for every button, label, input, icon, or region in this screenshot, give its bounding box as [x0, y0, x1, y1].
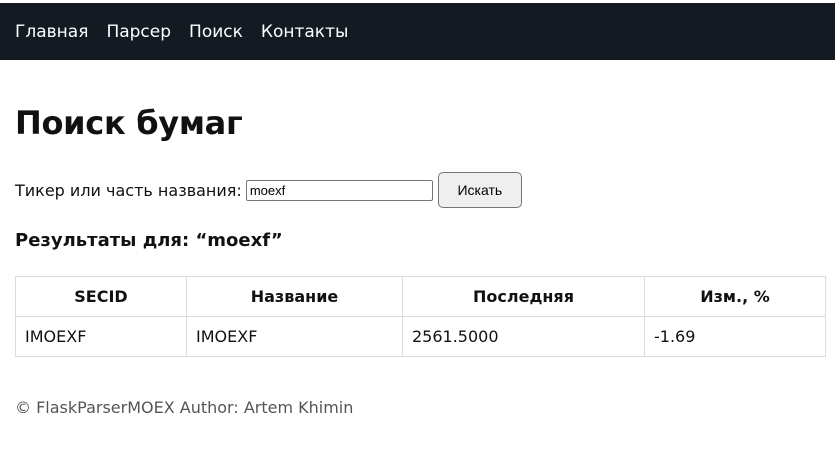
cell-last: 2561.5000 — [402, 316, 645, 357]
results-table: SECID Название Последняя Изм., % IMOEXF … — [15, 276, 826, 357]
search-label: Тикер или часть названия: — [15, 180, 242, 200]
results-heading: Результаты для: “moexf” — [15, 230, 283, 251]
table-row: IMOEXF IMOEXF 2561.5000 -1.69 — [15, 316, 826, 357]
search-button[interactable]: Искать — [437, 172, 522, 208]
page-title: Поиск бумаг — [15, 104, 243, 142]
nav-link-home[interactable]: Главная — [15, 22, 88, 42]
nav-link-contacts[interactable]: Контакты — [261, 22, 349, 42]
cell-change: -1.69 — [644, 316, 826, 357]
search-form: Тикер или часть названия: Искать — [15, 172, 522, 208]
column-header-secid: SECID — [15, 276, 187, 317]
top-navbar: Главная Парсер Поиск Контакты — [0, 3, 835, 60]
cell-name: IMOEXF — [186, 316, 403, 357]
table-header-row: SECID Название Последняя Изм., % — [15, 276, 826, 317]
search-input[interactable] — [245, 179, 433, 201]
column-header-change: Изм., % — [644, 276, 826, 317]
nav-link-search[interactable]: Поиск — [189, 22, 243, 42]
column-header-last: Последняя — [402, 276, 645, 317]
column-header-name: Название — [186, 276, 403, 317]
cell-secid: IMOEXF — [15, 316, 187, 357]
footer-text: © FlaskParserMOEX Author: Artem Khimin — [15, 398, 354, 417]
nav-link-parser[interactable]: Парсер — [106, 22, 171, 42]
